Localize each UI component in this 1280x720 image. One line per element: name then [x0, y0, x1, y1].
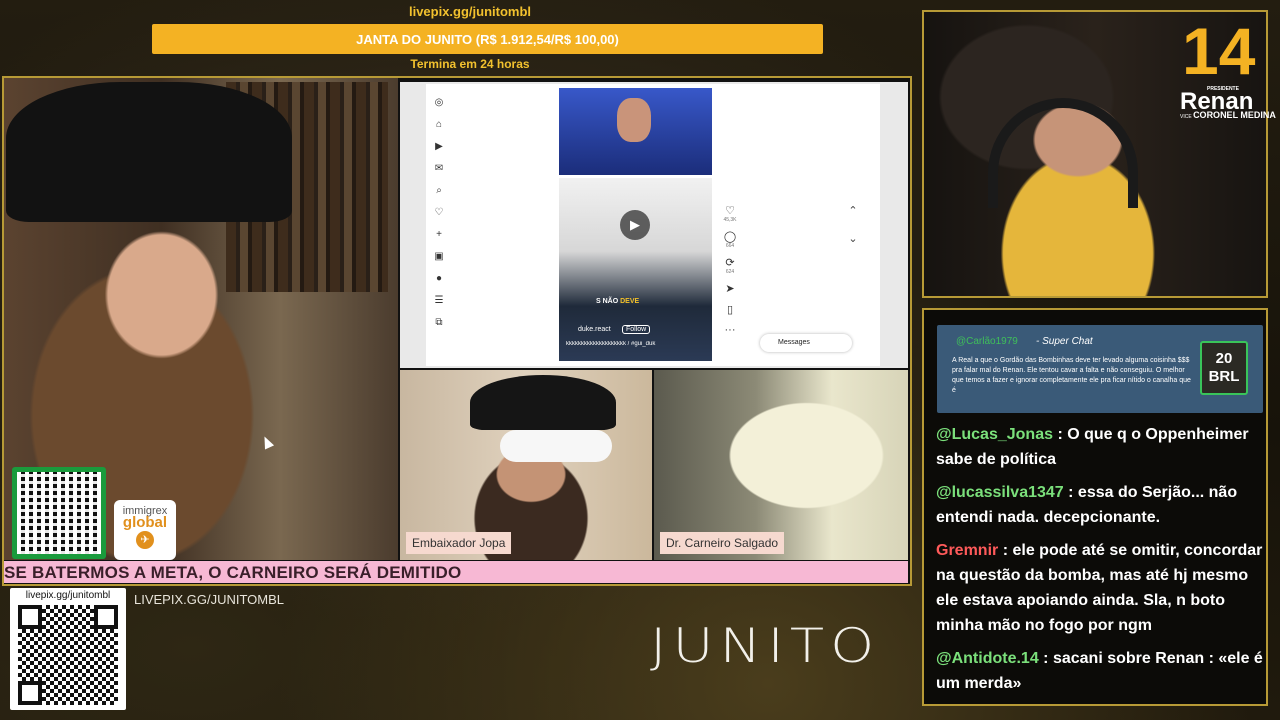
news-ticker: SE BATERMOS A META, O CARNEIRO SERÁ DEMI…	[4, 561, 908, 583]
repost-icon: ⟳	[725, 257, 735, 269]
reels-icon[interactable]: ▶	[434, 142, 444, 152]
goal-title: JANTA DO JUNITO (R$ 1.912,54/R$ 100,00)	[356, 31, 619, 47]
qr-label: livepix.gg/junitombl	[25, 590, 111, 601]
heart-icon: ♡	[725, 205, 735, 217]
bookmark-icon: ▯	[726, 304, 734, 316]
vice-prefix: VICE	[1180, 114, 1192, 120]
guest-cap	[470, 375, 616, 430]
chat-user[interactable]: @Lucas_Jonas	[936, 426, 1053, 443]
dashboard-icon[interactable]: ▣	[434, 252, 444, 262]
superchat-amount: 20 BRL	[1200, 341, 1248, 395]
meta-icon[interactable]: ⧉	[434, 318, 444, 328]
chevron-down-icon[interactable]: ⌄	[846, 232, 860, 246]
instagram-icon[interactable]: ◎	[434, 98, 444, 108]
chat-message: Gremnir : ele pode até se omitir, concor…	[936, 538, 1264, 638]
heart-icon[interactable]: ♡	[434, 208, 444, 218]
guest-name-tag-right: Dr. Carneiro Salgado	[660, 532, 785, 554]
reel-handle[interactable]: duke.react	[578, 326, 611, 333]
reactor-video	[559, 88, 712, 175]
reel-comment: kkkkkkkkkkkkkkkkkkkk / #gui_duk	[566, 341, 656, 347]
chat-message: @Antidote.14 : sacani sobre Renan : «ele…	[936, 646, 1264, 696]
guest-name-tag-left: Embaixador Jopa	[406, 532, 512, 554]
share-icon: ➤	[725, 283, 735, 295]
profile-icon[interactable]: ●	[434, 274, 444, 284]
chat-message: @lucassilva1347 : essa do Serjão... não …	[936, 480, 1264, 530]
like-count: 45,3K	[723, 217, 737, 223]
search-icon[interactable]: ⌕	[434, 186, 444, 196]
brand-logo: JUNITO	[650, 618, 881, 675]
chat-user[interactable]: @lucassilva1347	[936, 484, 1064, 501]
reel-caption: S NÃO DEVE	[596, 298, 639, 305]
messages-label: Messages	[778, 339, 810, 346]
comment-icon: ◯	[723, 231, 737, 243]
superchat-message: A Real a que o Gordão das Bombinhas deve…	[952, 357, 1191, 394]
goal-url: livepix.gg/junitombl	[408, 4, 532, 19]
caption-highlight: DEVE	[620, 298, 640, 305]
host-qr-code	[12, 467, 106, 559]
menu-icon[interactable]: ☰	[434, 296, 444, 306]
goal-time-left: Termina em 24 horas	[410, 57, 530, 71]
superchat-value: 20	[1215, 350, 1233, 367]
livepix-qr-code	[18, 605, 118, 705]
host-hat	[6, 82, 292, 222]
comment-action[interactable]: ◯ 664	[720, 231, 740, 250]
chevron-up-icon[interactable]: ⌃	[846, 204, 860, 218]
repost-count: 624	[725, 269, 735, 275]
goal-progress-bar: JANTA DO JUNITO (R$ 1.912,54/R$ 100,00)	[152, 24, 823, 54]
repost-action[interactable]: ⟳ 624	[720, 257, 740, 276]
like-action[interactable]: ♡ 45,3K	[720, 205, 740, 224]
guest-glasses	[500, 430, 612, 462]
superchat-label: - Super Chat	[1036, 336, 1093, 347]
campaign-vice: VICE CORONEL MEDINA	[1180, 110, 1276, 120]
create-icon[interactable]: +	[434, 230, 444, 240]
comment-count: 664	[725, 243, 735, 249]
app-sidebar: ◎ ⌂ ▶ ✉ ⌕ ♡ + ▣ ● ☰ ⧉	[434, 98, 446, 340]
play-icon[interactable]: ▶	[620, 210, 650, 240]
messages-button[interactable]: Messages	[760, 334, 852, 352]
sponsor-line2: global	[122, 514, 168, 531]
caption-prefix: S NÃO	[596, 298, 619, 305]
chat-messages: @Lucas_Jonas : O que q o Oppenheimer sab…	[936, 422, 1264, 704]
home-icon[interactable]: ⌂	[434, 120, 444, 130]
chat-user[interactable]: Gremnir	[936, 542, 998, 559]
sponsor-logo: immigrex global ✈	[114, 500, 176, 560]
bookmark-action[interactable]: ▯	[720, 305, 740, 316]
superchat-user: @Carlão1979	[956, 336, 1018, 347]
superchat-currency: BRL	[1208, 368, 1240, 385]
more-action[interactable]: ···	[720, 325, 740, 336]
share-action[interactable]: ➤	[720, 284, 740, 295]
more-icon: ···	[724, 324, 736, 336]
follow-button[interactable]: Follow	[622, 325, 651, 334]
notifications-icon[interactable]: ✉	[434, 164, 444, 174]
chat-message: @Lucas_Jonas : O que q o Oppenheimer sab…	[936, 422, 1264, 472]
chat-user[interactable]: @Antidote.14	[936, 650, 1039, 667]
campaign-number: 14	[1182, 14, 1256, 88]
livepix-url: LIVEPIX.GG/JUNITOMBL	[134, 592, 285, 607]
vice-name: CORONEL MEDINA	[1193, 110, 1276, 120]
airplane-icon: ✈	[136, 531, 154, 549]
